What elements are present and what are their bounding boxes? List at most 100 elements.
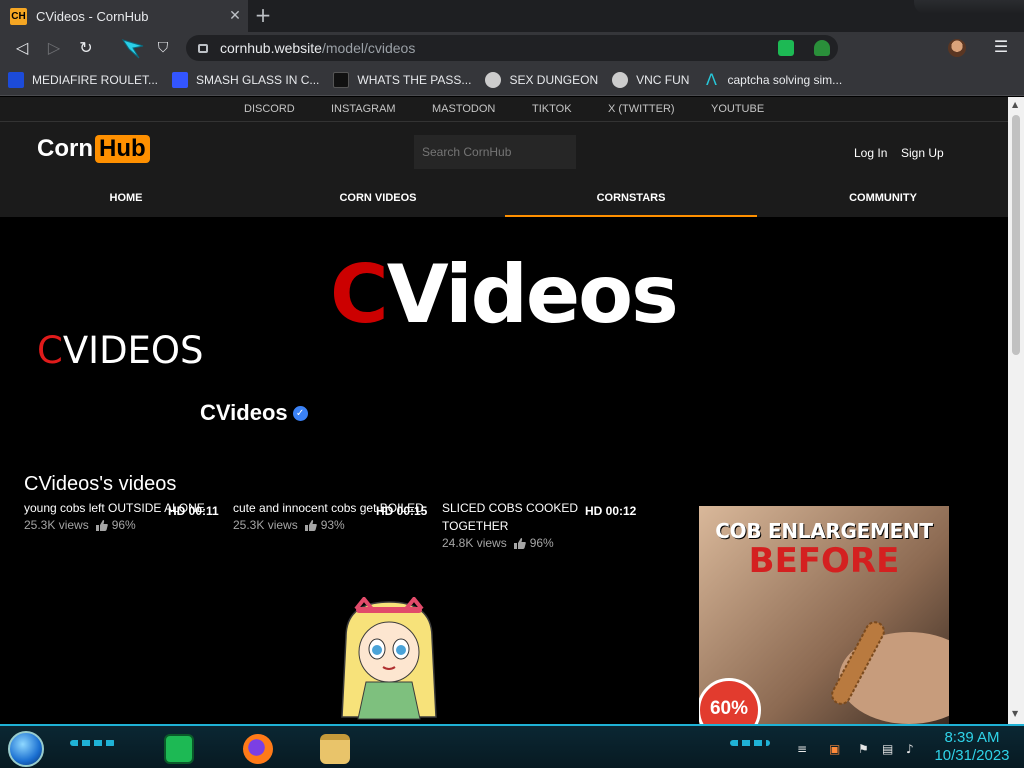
cover-title-rest: Videos: [386, 248, 679, 341]
video-card[interactable]: SLICED COBS COOKED TOGETHER 24.8K views …: [442, 499, 587, 550]
ad-banner[interactable]: COB ENLARGEMENT BEFORE 60%: [699, 506, 949, 724]
bookmark-label: VNC FUN: [636, 72, 690, 87]
video-duration: HD 00:12: [585, 504, 637, 518]
extension-bird-icon[interactable]: [120, 36, 148, 59]
bookmark-favicon-icon: [172, 71, 189, 88]
scroll-thumb[interactable]: [1012, 115, 1020, 355]
video-duration: HD 00:15: [376, 504, 428, 518]
clock-date: 10/31/2023: [934, 747, 1010, 764]
video-stats: 24.8K views 96%: [442, 536, 587, 550]
thumbs-up-icon: [304, 519, 317, 531]
videos-heading: CVideos's videos: [24, 473, 177, 495]
taskbar-decoration: [70, 740, 116, 746]
bookmark-label: captcha solving sim...: [727, 72, 843, 87]
social-link-discord[interactable]: DISCORD: [244, 103, 295, 115]
site-header: Corn Hub Log In Sign Up: [0, 121, 1008, 185]
video-rating: 93%: [320, 518, 345, 532]
url-host: cornhub.website: [220, 40, 322, 56]
page-scrollbar[interactable]: ▲ ▼: [1008, 97, 1024, 724]
shield-extension-icon[interactable]: [814, 40, 830, 56]
reload-icon[interactable]: ↻: [75, 37, 97, 59]
social-link-tiktok[interactable]: TIKTOK: [532, 103, 572, 115]
video-rating: 96%: [111, 518, 136, 532]
nav-corn-videos[interactable]: CORN VIDEOS: [252, 185, 504, 217]
social-link-mastodon[interactable]: MASTODON: [432, 103, 495, 115]
bookmark-favicon-icon: Λ: [705, 69, 717, 89]
video-views: 24.8K views: [442, 536, 507, 550]
show-hidden-icons[interactable]: ≡: [797, 742, 807, 756]
ad-headline: COB ENLARGEMENT: [715, 519, 933, 543]
taskbar-decoration: [730, 740, 770, 746]
scroll-up-icon[interactable]: ▲: [1012, 100, 1018, 109]
os-taskbar: ≡ ▣ ⚑ ▤ ♪ 8:39 AM 10/31/2023: [0, 724, 1024, 768]
network-icon[interactable]: ▤: [882, 742, 893, 756]
login-link[interactable]: Log In: [854, 146, 887, 160]
bookmark-favicon-icon: [333, 71, 350, 88]
bookmark-label: SEX DUNGEON: [509, 72, 599, 87]
tab-strip: CH CVideos - CornHub ✕ +: [0, 0, 1024, 32]
bookmark-label: WHATS THE PASS...: [357, 72, 472, 87]
window-controls[interactable]: [914, 0, 1024, 14]
close-tab-icon[interactable]: ✕: [222, 8, 248, 24]
verified-badge-icon: ✓: [292, 405, 308, 421]
tab-title: CVideos - CornHub: [36, 8, 149, 24]
main-nav: HOME CORN VIDEOS CORNSTARS COMMUNITY: [0, 185, 1008, 217]
social-links-bar: DISCORD INSTAGRAM MASTODON TIKTOK X (TWI…: [0, 97, 1008, 121]
bookmark-label: MEDIAFIRE ROULET...: [32, 72, 159, 87]
bookmark-item[interactable]: SEX DUNGEON: [485, 71, 599, 88]
file-explorer-icon[interactable]: [320, 734, 350, 764]
volume-icon[interactable]: ♪: [906, 742, 914, 756]
video-title[interactable]: SLICED COBS COOKED TOGETHER: [442, 499, 587, 535]
cover-title: CVideos: [330, 248, 679, 341]
forward-icon[interactable]: ▷: [43, 37, 65, 59]
profile-avatar[interactable]: [948, 39, 966, 57]
thumbs-up-icon: [513, 537, 526, 549]
model-name: CVideos ✓: [200, 400, 308, 426]
ad-discount-badge: 60%: [699, 678, 761, 724]
social-link-youtube[interactable]: YOUTUBE: [711, 103, 764, 115]
signup-link[interactable]: Sign Up: [901, 146, 944, 160]
start-button[interactable]: [8, 731, 44, 767]
bookmarks-bar: MEDIAFIRE ROULET... SMASH GLASS IN C... …: [0, 64, 1024, 96]
tray-app-icon[interactable]: ▣: [829, 742, 840, 756]
video-views: 25.3K views: [24, 518, 89, 532]
bookmark-item[interactable]: WHATS THE PASS...: [333, 71, 472, 88]
bookmark-item[interactable]: Λcaptcha solving sim...: [703, 69, 843, 89]
spotify-app-icon[interactable]: [164, 734, 194, 764]
nav-cornstars[interactable]: CORNSTARS: [505, 185, 757, 217]
system-clock[interactable]: 8:39 AM 10/31/2023: [928, 729, 1016, 765]
address-bar[interactable]: cornhub.website/model/cvideos: [186, 35, 838, 61]
side-title-rest: VIDEOS: [62, 329, 204, 372]
side-title-first: C: [37, 329, 63, 372]
video-rating: 96%: [529, 536, 554, 550]
bookmark-favicon-icon: [485, 71, 502, 88]
video-stats: 25.3K views 96%: [24, 518, 219, 532]
video-views: 25.3K views: [233, 518, 298, 532]
site-favicon-icon: CH: [10, 7, 27, 25]
bookmark-item[interactable]: SMASH GLASS IN C...: [172, 71, 320, 88]
bookmark-icon[interactable]: ⛉: [152, 37, 174, 59]
profile-avatar-title: CVIDEOS: [37, 329, 204, 372]
search-input[interactable]: [414, 135, 576, 169]
site-logo[interactable]: Corn Hub: [37, 135, 150, 163]
nav-community[interactable]: COMMUNITY: [757, 185, 1008, 217]
action-center-flag-icon[interactable]: ⚑: [858, 742, 869, 756]
logo-text-left: Corn: [37, 135, 93, 162]
cover-title-first: C: [330, 248, 389, 341]
extension-green-icon[interactable]: [778, 40, 794, 56]
nav-home[interactable]: HOME: [0, 185, 252, 217]
browser-tab[interactable]: CH CVideos - CornHub ✕: [0, 0, 248, 32]
url-path: /model/cvideos: [321, 40, 416, 56]
bookmark-label: SMASH GLASS IN C...: [196, 72, 320, 87]
bookmark-item[interactable]: MEDIAFIRE ROULET...: [8, 71, 159, 88]
firefox-app-icon[interactable]: [243, 734, 273, 764]
video-duration: HD 00:11: [168, 504, 219, 518]
scroll-down-icon[interactable]: ▼: [1012, 709, 1018, 718]
video-stats: 25.3K views 93%: [233, 518, 428, 532]
new-tab-icon[interactable]: +: [252, 4, 274, 26]
back-icon[interactable]: ◁: [11, 37, 33, 59]
bookmark-item[interactable]: VNC FUN: [612, 71, 690, 88]
social-link-instagram[interactable]: INSTAGRAM: [331, 103, 396, 115]
social-link-x[interactable]: X (TWITTER): [608, 103, 675, 115]
menu-icon[interactable]: ☰: [993, 37, 1009, 56]
